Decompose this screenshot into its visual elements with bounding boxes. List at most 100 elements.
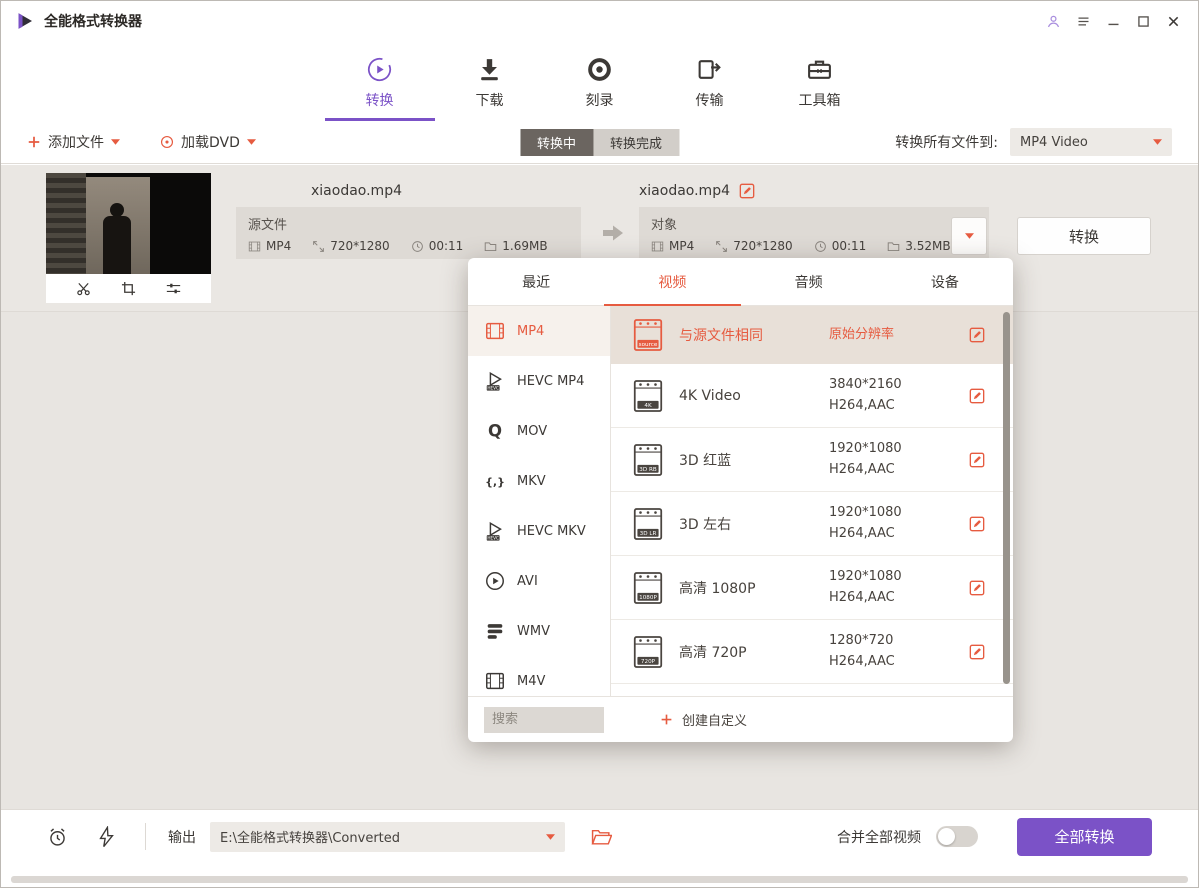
download-icon — [476, 56, 503, 83]
clip-toolbar — [46, 274, 211, 303]
tab-converting[interactable]: 转换中 — [520, 129, 593, 156]
popup-tab-video[interactable]: 视频 — [604, 258, 740, 305]
popup-tab-recent[interactable]: 最近 — [468, 258, 604, 305]
menu-icon[interactable] — [1072, 10, 1094, 32]
minimize-button[interactable] — [1102, 10, 1124, 32]
hevc-mp4-icon: HEVC — [484, 370, 506, 392]
dvd-icon — [160, 135, 174, 149]
rename-icon[interactable] — [739, 183, 755, 199]
nav-tab-label: 转换 — [366, 90, 394, 110]
tab-finished[interactable]: 转换完成 — [593, 129, 679, 156]
nav-tab-toolbox[interactable]: 工具箱 — [765, 49, 875, 121]
effects-button[interactable] — [166, 281, 181, 296]
edit-preset-icon[interactable] — [969, 516, 985, 532]
chevron-down-icon — [1153, 139, 1162, 145]
nav-tab-burn[interactable]: 刻录 — [545, 49, 655, 121]
load-dvd-label: 加载DVD — [181, 132, 240, 152]
resolution-value: 720*1280 — [312, 239, 389, 253]
output-format-value: MP4 Video — [1020, 135, 1088, 150]
edit-preset-icon[interactable] — [969, 388, 985, 404]
svg-text:720P: 720P — [641, 658, 656, 664]
create-custom-button[interactable]: 创建自定义 — [660, 710, 747, 729]
add-file-label: 添加文件 — [48, 132, 104, 152]
trim-button[interactable] — [76, 281, 91, 296]
video-thumbnail-block — [46, 173, 211, 303]
output-format-dropdown[interactable]: MP4 Video — [1010, 128, 1172, 156]
duration-icon — [814, 240, 827, 253]
preset-item-4k-video[interactable]: 4K4K Video3840*2160H264,AAC — [611, 364, 1013, 428]
crop-button[interactable] — [121, 281, 136, 296]
schedule-clock-button[interactable] — [47, 826, 68, 848]
wmv-icon — [484, 620, 506, 642]
convert-icon — [366, 56, 393, 83]
size-text: 3.52MB — [905, 239, 950, 253]
format-item-hevc-mp4[interactable]: HEVCHEVC MP4 — [468, 356, 610, 406]
resolution-icon — [715, 240, 728, 253]
preset-list: source与源文件相同原始分辨率4K4K Video3840*2160H264… — [611, 306, 1013, 696]
horizontal-scrollbar[interactable] — [11, 876, 1188, 883]
3d-lr-badge-icon: 3D LR — [633, 507, 663, 541]
nav-tab-transfer[interactable]: 传输 — [655, 49, 765, 121]
format-item-mp4[interactable]: MP4 — [468, 306, 610, 356]
user-account-icon[interactable] — [1042, 10, 1064, 32]
target-label: 对象 — [651, 214, 977, 233]
add-file-button[interactable]: 添加文件 — [27, 132, 120, 152]
preset-specs: 原始分辨率 — [829, 325, 894, 345]
nav-tab-label: 下载 — [476, 90, 504, 110]
close-button[interactable] — [1162, 10, 1184, 32]
format-item-avi[interactable]: AVI — [468, 556, 610, 606]
duration-value: 00:11 — [411, 239, 464, 253]
format-text: MP4 — [266, 239, 291, 253]
duration-text: 00:11 — [429, 239, 464, 253]
format-label: MOV — [517, 424, 547, 439]
format-item-mkv[interactable]: {,}MKV — [468, 456, 610, 506]
nav-tab-label: 工具箱 — [799, 90, 841, 110]
chevron-down-icon — [546, 834, 555, 840]
format-text: MP4 — [669, 239, 694, 253]
preset-item-hd-720p[interactable]: 720P高清 720P1280*720H264,AAC — [611, 620, 1013, 684]
format-list: MP4HEVCHEVC MP4QMOV{,}MKVHEVCHEVC MKVAVI… — [468, 306, 611, 696]
format-item-mov[interactable]: QMOV — [468, 406, 610, 456]
maximize-button[interactable] — [1132, 10, 1154, 32]
format-item-hevc-mkv[interactable]: HEVCHEVC MKV — [468, 506, 610, 556]
popup-tab-audio[interactable]: 音频 — [741, 258, 877, 305]
svg-text:1080P: 1080P — [639, 594, 657, 600]
output-path-dropdown[interactable]: E:\全能格式转换器\Converted — [210, 822, 565, 852]
svg-text:source: source — [639, 342, 658, 348]
popup-tab-device[interactable]: 设备 — [877, 258, 1013, 305]
preset-item-same-as-source[interactable]: source与源文件相同原始分辨率 — [611, 306, 1013, 364]
convert-button[interactable]: 转换 — [1017, 217, 1151, 255]
search-input[interactable] — [484, 707, 604, 733]
convert-all-button[interactable]: 全部转换 — [1017, 818, 1152, 856]
source-filename: xiaodao.mp4 — [311, 183, 402, 199]
nav-tab-download[interactable]: 下载 — [435, 49, 545, 121]
preset-item-hd-1080p[interactable]: 1080P高清 1080P1920*1080H264,AAC — [611, 556, 1013, 620]
preset-scrollbar[interactable] — [1003, 312, 1010, 684]
resolution-text: 720*1280 — [733, 239, 792, 253]
load-dvd-button[interactable]: 加载DVD — [160, 132, 256, 152]
window-controls — [1042, 10, 1184, 32]
chevron-down-icon — [965, 233, 974, 239]
burn-icon — [586, 56, 613, 83]
merge-toggle[interactable] — [936, 826, 978, 847]
format-item-m4v[interactable]: M4V — [468, 656, 610, 696]
high-speed-button[interactable] — [96, 826, 117, 848]
preset-item-3d-lr[interactable]: 3D LR3D 左右1920*1080H264,AAC — [611, 492, 1013, 556]
nav-tab-convert[interactable]: 转换 — [325, 49, 435, 121]
format-item-wmv[interactable]: WMV — [468, 606, 610, 656]
preset-specs: 3840*2160H264,AAC — [829, 375, 902, 415]
target-format-dropdown-button[interactable] — [951, 217, 987, 255]
file-type-icon — [248, 240, 261, 253]
hevc-mkv-icon: HEVC — [484, 520, 506, 542]
preset-specs: 1920*1080H264,AAC — [829, 567, 902, 607]
resolution-text: 720*1280 — [330, 239, 389, 253]
svg-text:3D LR: 3D LR — [640, 530, 657, 536]
merge-controls: 合并全部视频 全部转换 — [837, 818, 1152, 856]
open-folder-button[interactable] — [591, 828, 612, 846]
preset-item-3d-rb[interactable]: 3D RB3D 红蓝1920*1080H264,AAC — [611, 428, 1013, 492]
edit-preset-icon[interactable] — [969, 644, 985, 660]
preset-specs: 1280*720H264,AAC — [829, 631, 895, 671]
edit-preset-icon[interactable] — [969, 452, 985, 468]
edit-preset-icon[interactable] — [969, 580, 985, 596]
edit-preset-icon[interactable] — [969, 327, 985, 343]
